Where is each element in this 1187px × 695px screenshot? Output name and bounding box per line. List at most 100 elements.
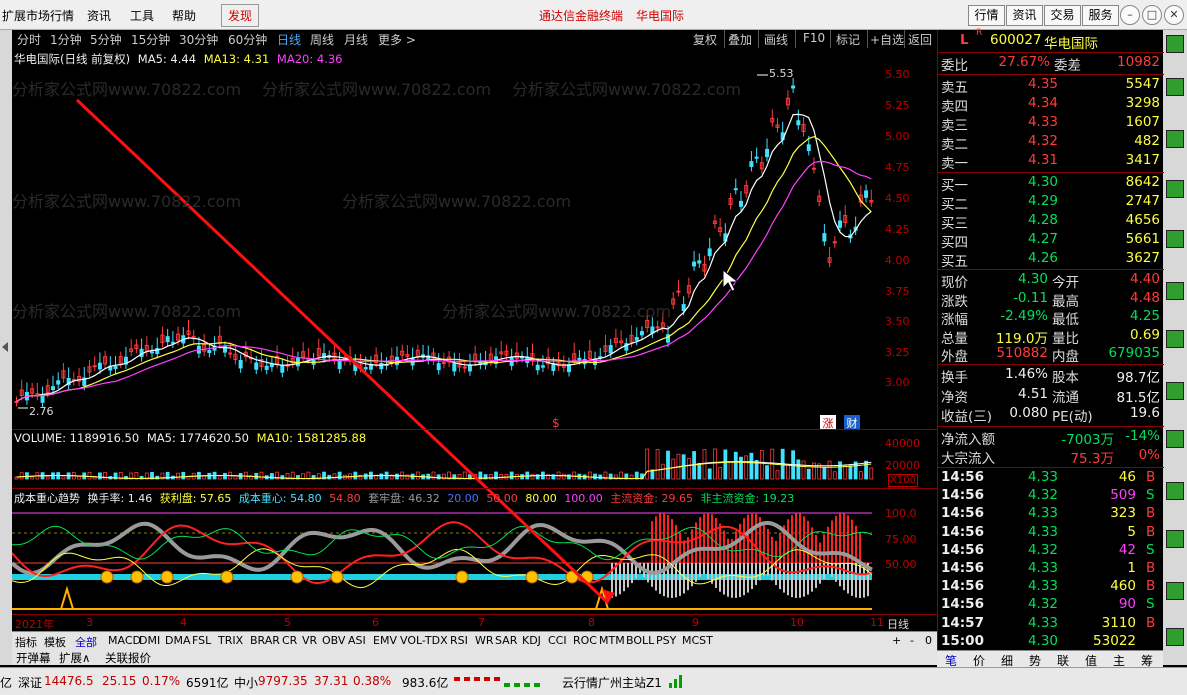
- side-tool-icon[interactable]: [1166, 330, 1184, 348]
- side-tool-icon[interactable]: [1166, 130, 1184, 148]
- side-tool-icon[interactable]: [1166, 282, 1184, 300]
- side-tool-icon[interactable]: [1166, 382, 1184, 400]
- period-more[interactable]: 更多 >: [378, 31, 416, 48]
- smiley-marker-icon: [100, 570, 114, 584]
- maximize-icon[interactable]: □: [1142, 5, 1162, 25]
- minimize-icon[interactable]: –: [1120, 5, 1140, 25]
- tool-overlay[interactable]: 叠加: [728, 31, 752, 48]
- main-legend: 华电国际(日线 前复权) MA5: 4.44 MA13: 4.31 MA20: …: [14, 51, 346, 67]
- bid-row[interactable]: 买三 4.28 4656: [938, 212, 1164, 232]
- tool-draw-line[interactable]: 画线: [764, 31, 788, 48]
- side-tool-icon[interactable]: [1166, 180, 1184, 198]
- tool-mark[interactable]: 标记: [836, 31, 860, 48]
- tab-service[interactable]: 服务: [1082, 5, 1119, 26]
- ask-row[interactable]: 卖三 4.33 1607: [938, 114, 1164, 134]
- finance-badge[interactable]: 财: [844, 415, 860, 430]
- period-1min[interactable]: 1分钟: [50, 31, 82, 48]
- tab-mcst[interactable]: MCST: [682, 634, 713, 647]
- tab-cci[interactable]: CCI: [548, 634, 567, 647]
- period-15min[interactable]: 15分钟: [131, 31, 170, 48]
- tab-psy[interactable]: PSY: [656, 634, 676, 647]
- period-daily[interactable]: 日线: [277, 31, 301, 48]
- tab-vr[interactable]: VR: [302, 634, 317, 647]
- tab-quote[interactable]: 行情: [968, 5, 1005, 26]
- tab-all[interactable]: 全部: [75, 634, 97, 650]
- danmaku-button[interactable]: 开弹幕: [16, 650, 51, 666]
- tab-brar[interactable]: BRAR: [250, 634, 280, 647]
- side-tool-icon[interactable]: [1166, 430, 1184, 448]
- collapse-arrow-icon[interactable]: [2, 342, 8, 352]
- left-scroll-strip[interactable]: [0, 30, 12, 665]
- tab-kdj[interactable]: KDJ: [522, 634, 541, 647]
- menu-tools[interactable]: 工具: [130, 7, 154, 24]
- zx-label[interactable]: 中小: [234, 674, 258, 691]
- ask-row[interactable]: 卖四 4.34 3298: [938, 95, 1164, 115]
- ask-row[interactable]: 卖一 4.31 3417: [938, 152, 1164, 172]
- tab-trix[interactable]: TRIX: [218, 634, 243, 647]
- promo-stock-link[interactable]: 华电国际: [636, 7, 684, 24]
- menu-help[interactable]: 帮助: [172, 7, 196, 24]
- side-tool-icon[interactable]: [1166, 230, 1184, 248]
- side-tool-icon[interactable]: [1166, 582, 1184, 600]
- side-tool-icon[interactable]: [1166, 628, 1184, 646]
- tab-emv[interactable]: EMV: [373, 634, 397, 647]
- tab-roc[interactable]: ROC: [573, 634, 597, 647]
- period-weekly[interactable]: 周线: [310, 31, 334, 48]
- tab-cr[interactable]: CR: [282, 634, 297, 647]
- tab-vol-tdx[interactable]: VOL-TDX: [400, 634, 448, 647]
- tab-indicator[interactable]: 指标: [15, 634, 37, 650]
- tab-sar[interactable]: SAR: [495, 634, 517, 647]
- add-window-icon[interactable]: +: [892, 634, 901, 647]
- tab-asi[interactable]: ASI: [348, 634, 366, 647]
- tool-f10[interactable]: F10: [803, 31, 825, 45]
- bid-row[interactable]: 买一 4.30 8642: [938, 174, 1164, 194]
- tab-wr[interactable]: WR: [475, 634, 494, 647]
- bid-row[interactable]: 买四 4.27 5661: [938, 231, 1164, 251]
- period-30min[interactable]: 30分钟: [179, 31, 218, 48]
- menu-news[interactable]: 资讯: [87, 7, 111, 24]
- side-tool-icon[interactable]: [1166, 530, 1184, 548]
- tool-back[interactable]: 返回: [908, 31, 932, 48]
- dividend-icon[interactable]: $: [552, 416, 560, 430]
- tab-dmi[interactable]: DMI: [139, 634, 160, 647]
- promo-terminal-link[interactable]: 通达信金融终端: [539, 7, 623, 24]
- ask-row[interactable]: 卖二 4.32 482: [938, 133, 1164, 153]
- side-tool-icon[interactable]: [1166, 35, 1184, 53]
- kline-chart-area[interactable]: 分析家公式网www.70822.com 分析家公式网www.70822.com …: [12, 48, 937, 630]
- tab-fsl[interactable]: FSL: [192, 634, 211, 647]
- tab-template[interactable]: 模板: [44, 634, 66, 650]
- period-60min[interactable]: 60分钟: [228, 31, 267, 48]
- zero-icon[interactable]: 0: [925, 634, 932, 647]
- bid-row[interactable]: 买二 4.29 2747: [938, 193, 1164, 213]
- side-tool-icon[interactable]: [1166, 482, 1184, 500]
- period-timeshare[interactable]: 分时: [17, 31, 41, 48]
- period-5min[interactable]: 5分钟: [90, 31, 122, 48]
- tab-macd[interactable]: MACD: [108, 634, 141, 647]
- ask-volume: 482: [1134, 133, 1160, 149]
- menu-discover[interactable]: 发现: [221, 4, 260, 27]
- server-name[interactable]: 云行情广州主站Z1: [562, 674, 662, 691]
- remove-window-icon[interactable]: -: [910, 634, 914, 647]
- tool-add-watch[interactable]: +自选: [870, 31, 904, 48]
- tab-obv[interactable]: OBV: [322, 634, 345, 647]
- tool-fuquan[interactable]: 复权: [693, 31, 717, 48]
- menu-extended-market[interactable]: 扩展市场行情: [2, 7, 74, 24]
- sz-label[interactable]: 深证: [18, 674, 42, 691]
- related-quote-button[interactable]: 关联报价: [105, 650, 151, 666]
- ask-row[interactable]: 卖五 4.35 5547: [938, 76, 1164, 96]
- period-monthly[interactable]: 月线: [344, 31, 368, 48]
- tab-dma[interactable]: DMA: [165, 634, 191, 647]
- chart-canvas[interactable]: [12, 48, 937, 614]
- limit-up-badge[interactable]: 涨: [820, 415, 836, 430]
- tab-rsi[interactable]: RSI: [450, 634, 468, 647]
- tab-trade[interactable]: 交易: [1044, 5, 1081, 26]
- side-tool-icon[interactable]: [1166, 78, 1184, 96]
- bid-row[interactable]: 买五 4.26 3627: [938, 250, 1164, 270]
- tick-row: 14:56 4.33 5 B: [938, 524, 1164, 543]
- bid-label: 买四: [941, 235, 968, 251]
- tab-mtm[interactable]: MTM: [599, 634, 625, 647]
- close-icon[interactable]: ✕: [1164, 5, 1184, 25]
- extend-button[interactable]: 扩展∧: [59, 650, 90, 666]
- tab-info[interactable]: 资讯: [1006, 5, 1043, 26]
- tab-boll[interactable]: BOLL: [626, 634, 654, 647]
